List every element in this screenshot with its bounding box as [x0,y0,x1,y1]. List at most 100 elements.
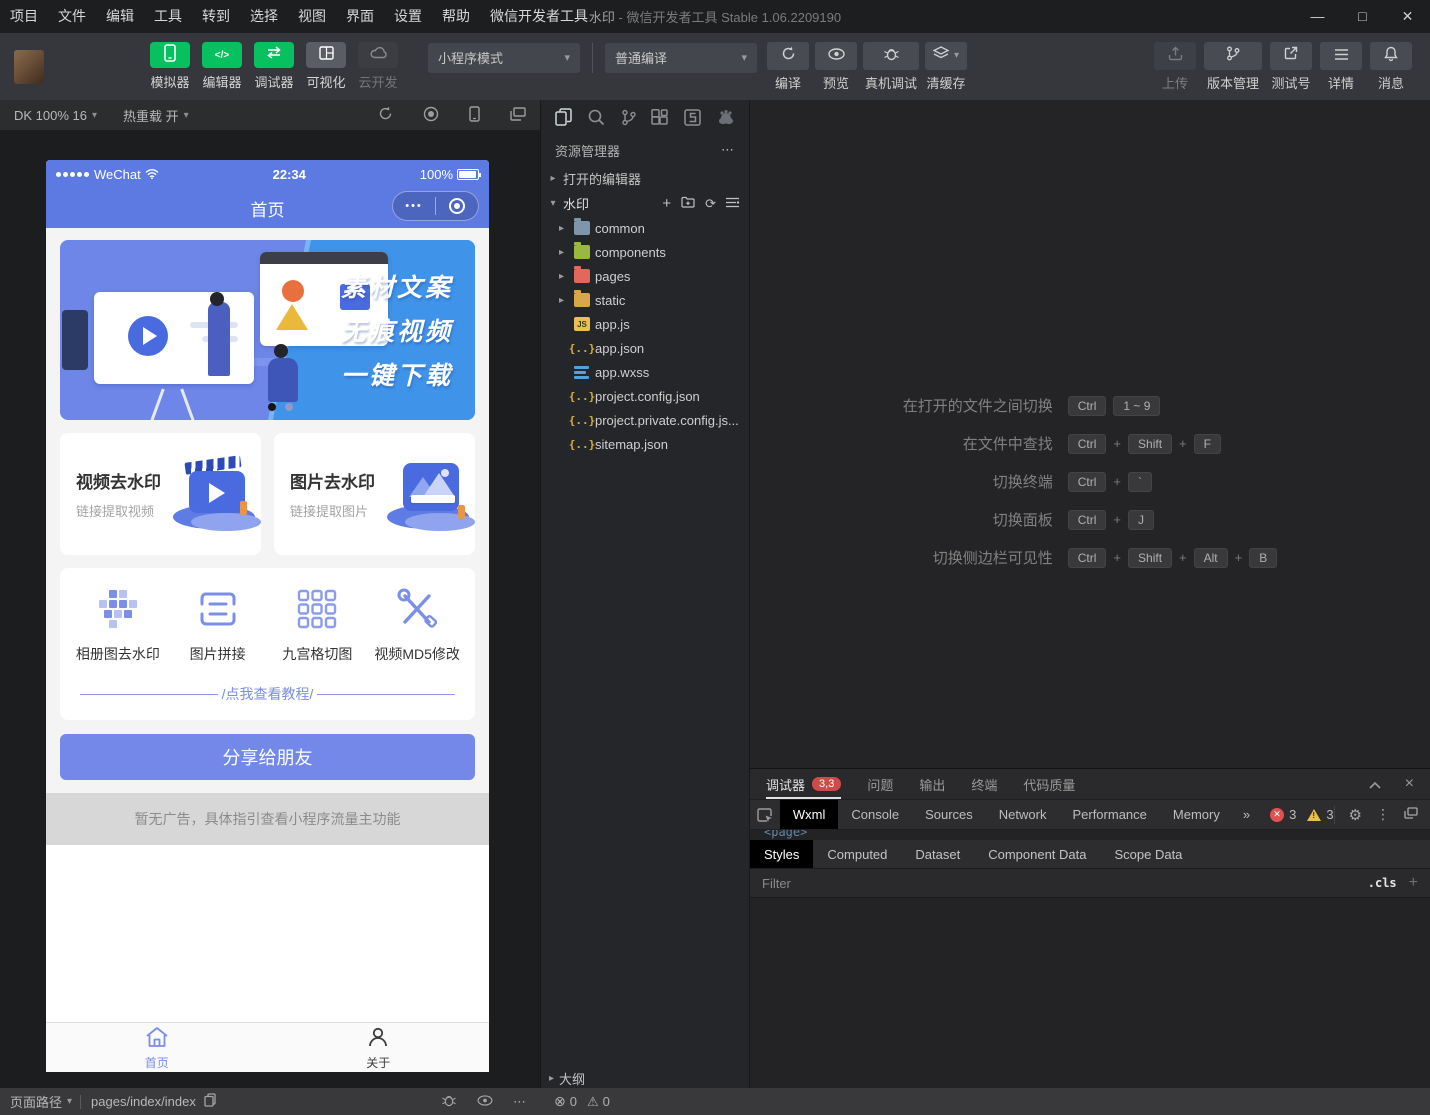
debugger-toggle-button[interactable]: 调试器 [248,42,300,91]
tree-item-app-js[interactable]: JS app.js [541,312,749,336]
nine-grid-item[interactable]: 九宫格切图 [268,588,368,664]
maximize-button[interactable]: □ [1340,0,1385,33]
tab-code-quality[interactable]: 代码质量 [1023,769,1075,799]
dataset-tab[interactable]: Dataset [901,840,974,868]
messages-button[interactable]: 消息 [1370,42,1412,92]
undock-devtools-icon[interactable] [1404,807,1418,822]
devtools-tab-network[interactable]: Network [986,800,1060,829]
new-style-rule-button[interactable]: + [1409,874,1418,892]
menu-edit[interactable]: 编辑 [96,0,144,33]
problems-summary[interactable]: ⊗ 0 ⚠ 0 [540,1093,750,1110]
cloud-dev-button[interactable]: 云开发 [352,42,404,91]
explorer-more-button[interactable]: ⋯ [721,142,735,158]
upload-button[interactable]: 上传 [1154,42,1196,92]
undock-windows-icon[interactable] [510,107,526,124]
tab-debugger[interactable]: 调试器 3,3 [766,769,841,799]
clear-cache-button[interactable]: ▾ 清缓存 [925,42,967,92]
devtools-settings-icon[interactable]: ⚙ [1349,806,1362,824]
devtools-tab-console[interactable]: Console [838,800,912,829]
project-root-section[interactable]: ▾ 水印 + ⟳ [541,191,749,216]
tutorial-link[interactable]: /点我查看教程/ [80,684,455,704]
paw-icon[interactable] [717,109,735,125]
devtools-tab-sources[interactable]: Sources [912,800,986,829]
refresh-icon[interactable]: ⟳ [705,196,716,212]
tab-terminal[interactable]: 终端 [971,769,997,799]
restart-icon[interactable] [378,106,393,124]
tab-output[interactable]: 输出 [919,769,945,799]
record-icon[interactable] [423,106,439,125]
tree-item-app-wxss[interactable]: app.wxss [541,360,749,384]
extensions-icon[interactable] [651,109,668,126]
open-editors-section[interactable]: ▸ 打开的编辑器 [541,166,749,191]
image-stitch-item[interactable]: 图片拼接 [168,588,268,664]
files-icon[interactable] [555,108,572,126]
menu-interface[interactable]: 界面 [336,0,384,33]
sitemap-panel-icon[interactable] [684,109,701,126]
menu-select[interactable]: 选择 [240,0,288,33]
preview-button[interactable]: 预览 [815,42,857,92]
hot-reload-select[interactable]: 热重载 开 ▾ [123,106,189,125]
tree-item-app-json[interactable]: {..} app.json [541,336,749,360]
tree-item-project-config[interactable]: {..} project.config.json [541,384,749,408]
menu-settings[interactable]: 设置 [384,0,432,33]
style-filter-input[interactable] [762,876,1368,891]
minimize-button[interactable]: — [1295,0,1340,33]
test-account-button[interactable]: 测试号 [1270,42,1312,92]
menu-project[interactable]: 项目 [0,0,48,33]
copy-icon[interactable] [204,1093,216,1110]
page-path-label[interactable]: 页面路径 [10,1092,62,1111]
inspect-element-icon[interactable] [750,807,780,823]
kebab-menu-icon[interactable]: ⋮ [1376,806,1390,823]
menu-file[interactable]: 文件 [48,0,96,33]
console-error-count[interactable]: ✕ 3 3 [1270,807,1333,822]
more-options-button[interactable]: ••• [393,200,435,212]
minimize-capsule-button[interactable] [436,198,478,214]
computed-tab[interactable]: Computed [813,840,901,868]
tree-item-common[interactable]: ▸ common [541,216,749,240]
menu-help[interactable]: 帮助 [432,0,480,33]
devtools-tab-wxml[interactable]: Wxml [780,800,839,829]
tree-item-sitemap-json[interactable]: {..} sitemap.json [541,432,749,456]
devtools-tab-memory[interactable]: Memory [1160,800,1233,829]
vconsole-bug-icon[interactable] [441,1093,457,1110]
more-tabs-button[interactable]: » [1233,807,1260,822]
device-select[interactable]: DK 100% 16 ▾ [14,108,97,123]
tree-item-pages[interactable]: ▸ pages [541,264,749,288]
tab-problems[interactable]: 问题 [867,769,893,799]
devtools-tab-performance[interactable]: Performance [1059,800,1159,829]
visualize-toggle-button[interactable]: 可视化 [300,42,352,91]
video-md5-item[interactable]: 视频MD5修改 [367,588,467,664]
close-panel-icon[interactable]: × [1405,775,1414,793]
compile-button[interactable]: 编译 [767,42,809,92]
simulator-toggle-button[interactable]: 模拟器 [144,42,196,91]
component-data-tab[interactable]: Component Data [974,840,1100,868]
more-actions-icon[interactable]: ⋯ [513,1094,526,1110]
video-watermark-card[interactable]: 视频去水印 链接提取视频 [60,433,261,555]
device-frame-icon[interactable] [469,106,480,125]
menu-tools[interactable]: 工具 [144,0,192,33]
toggle-class-button[interactable]: .cls [1368,876,1397,890]
collapse-all-icon[interactable] [726,196,739,211]
tree-item-project-private-config[interactable]: {..} project.private.config.js... [541,408,749,432]
visibility-eye-icon[interactable] [477,1094,493,1109]
editor-toggle-button[interactable]: </> 编辑器 [196,42,248,91]
search-icon[interactable] [588,109,605,126]
source-control-icon[interactable] [621,109,636,126]
compile-mode-select[interactable]: 普通编译 ▾ [605,43,757,73]
scope-data-tab[interactable]: Scope Data [1100,840,1196,868]
version-control-button[interactable]: 版本管理 [1204,42,1262,92]
menu-view[interactable]: 视图 [288,0,336,33]
banner-carousel[interactable]: 素材文案 无痕视频 一键下载 [60,240,475,420]
tree-item-static[interactable]: ▸ static [541,288,749,312]
menu-devtools[interactable]: 微信开发者工具 [480,0,598,33]
tab-home[interactable]: 首页 [46,1023,268,1072]
remote-debug-button[interactable]: 真机调试 [863,42,919,92]
new-file-icon[interactable]: + [662,195,671,212]
tree-item-components[interactable]: ▸ components [541,240,749,264]
outline-section[interactable]: ▸ 大纲 [541,1068,749,1088]
close-button[interactable]: ✕ [1385,0,1430,33]
user-avatar[interactable] [14,50,44,84]
mode-select[interactable]: 小程序模式 ▾ [428,43,580,73]
details-button[interactable]: 详情 [1320,42,1362,92]
new-folder-icon[interactable] [681,196,695,211]
